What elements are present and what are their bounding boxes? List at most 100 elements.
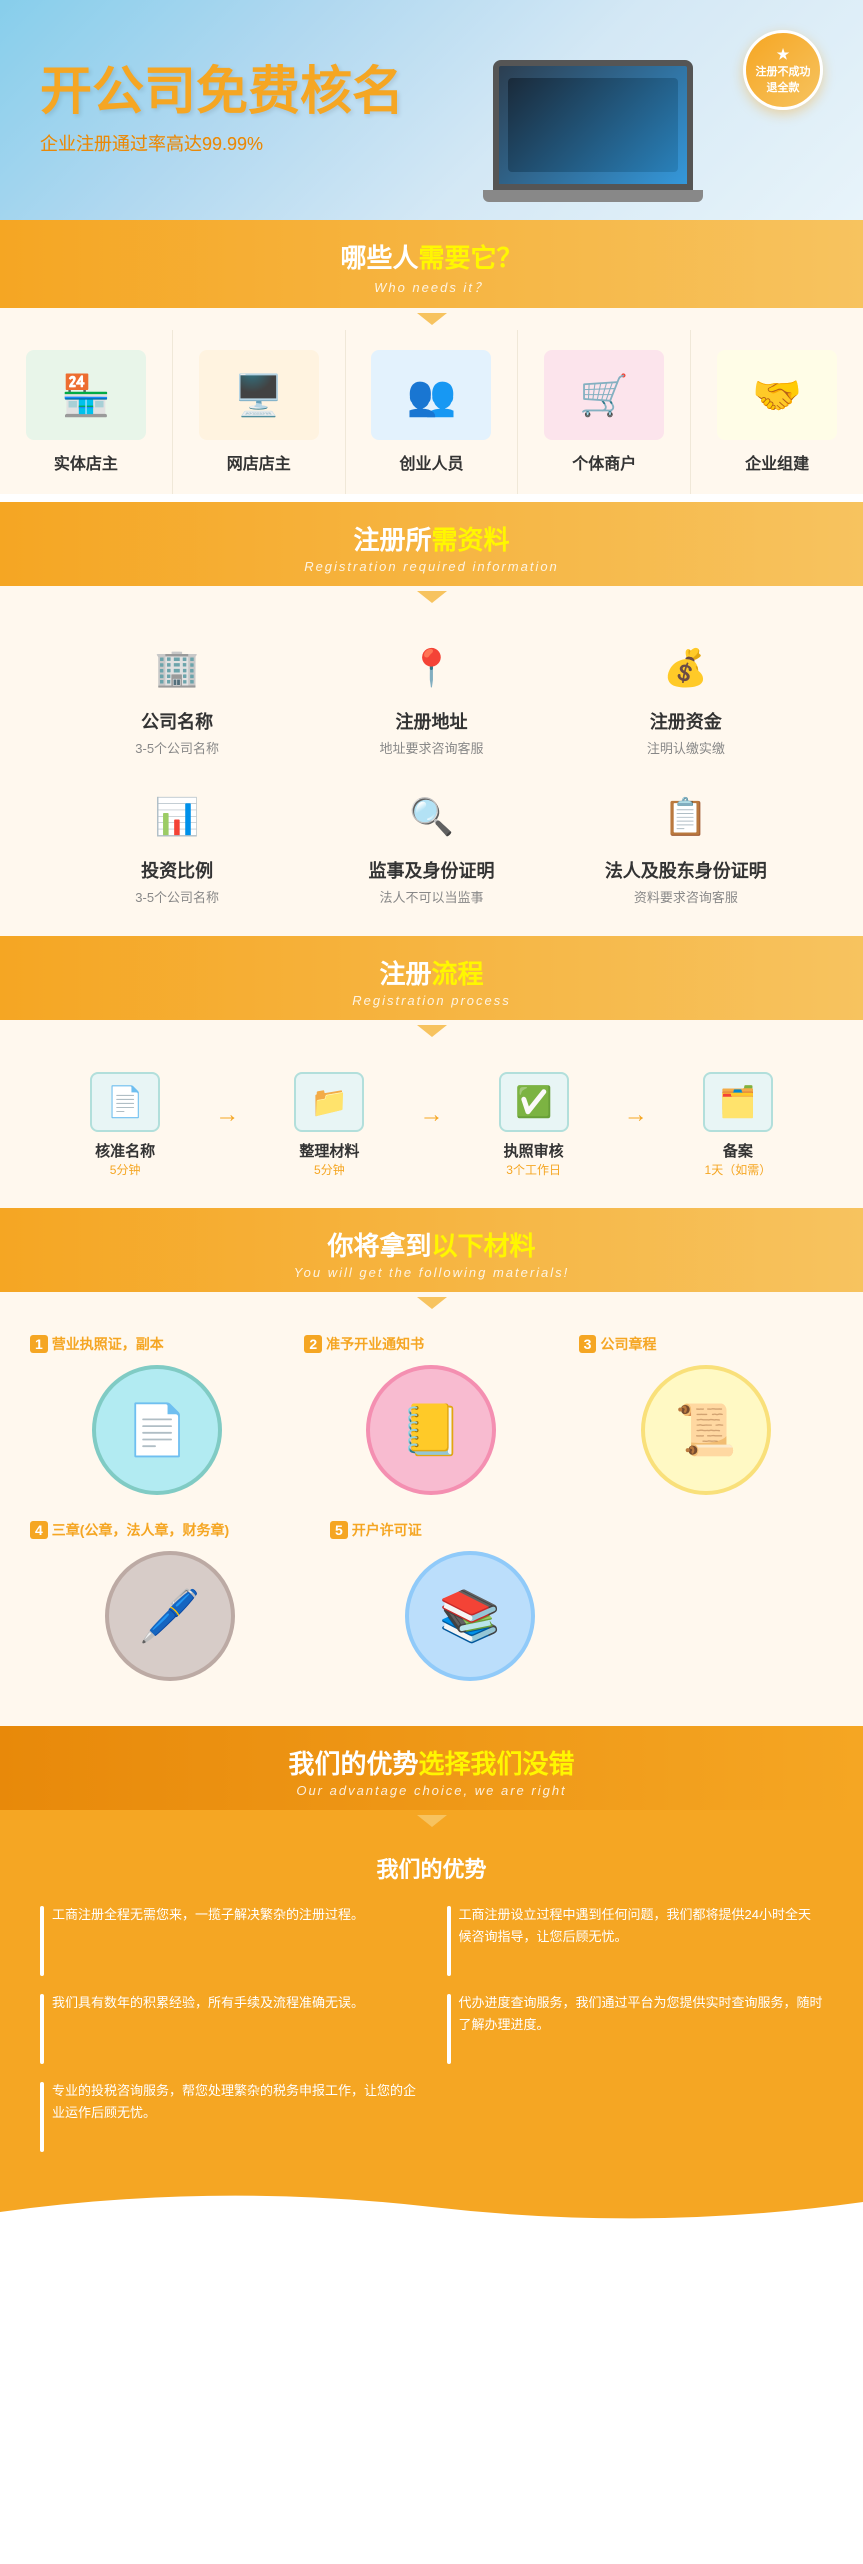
process-step-title-2: 整理材料 <box>299 1140 359 1161</box>
process-highlight: 流程 <box>432 959 484 989</box>
reg-icon-supervisor: 🔍 <box>401 787 461 847</box>
material-label-3: 公司章程 <box>600 1336 656 1352</box>
advantage-inner: 我们的优势 工商注册全程无需您来，一揽子解决繁杂的注册过程。 工商注册设立过程中… <box>0 1832 863 2182</box>
who-label-4: 个体商户 <box>572 450 636 474</box>
wave-svg <box>0 2182 863 2232</box>
materials-content: 1营业执照证，副本 📄 2准予开业通知书 📒 3公司章程 📜 4三章(公章，法人… <box>0 1314 863 1726</box>
who-needs-arrow <box>0 308 863 330</box>
advantage-title: 我们的优势选择我们没错 <box>20 1744 843 1781</box>
advantage-bar-3 <box>40 1994 44 2064</box>
hero-section: 开公司免费核名 企业注册通过率高达99.99% ★ 注册不成功 退全款 <box>0 0 863 220</box>
material-numbox-5: 5 <box>330 1521 348 1539</box>
advantage-section: 我们的优势选择我们没错 Our advantage choice, we are… <box>0 1726 863 2232</box>
process-icon-verify-name: 📄 <box>90 1072 160 1132</box>
process-icon-filing: 🗂️ <box>703 1072 773 1132</box>
who-needs-grid: 🏪 实体店主 🖥️ 网店店主 👥 创业人员 🛒 个体商户 🤝 企业组建 <box>0 330 863 494</box>
reg-icon-address: 📍 <box>401 638 461 698</box>
process-flow: 📄 核准名称 5分钟 → 📁 整理材料 5分钟 → ✅ 执照审核 3个工作日 →… <box>0 1042 863 1208</box>
process-prefix: 注册 <box>379 959 431 989</box>
process-step-1: 📄 核准名称 5分钟 <box>40 1072 210 1178</box>
arrow-down-icon <box>417 313 447 325</box>
badge-star: ★ <box>777 46 790 63</box>
reg-info-header: 注册所需资料 Registration required information <box>0 502 863 586</box>
reg-info-subtitle: Registration required information <box>20 559 843 574</box>
reg-icon-ratio: 📊 <box>147 787 207 847</box>
laptop-screen-inner <box>508 78 677 172</box>
materials-arrow-down-icon <box>417 1297 447 1309</box>
reg-info-highlight: 需资料 <box>432 525 510 555</box>
materials-title: 你将拿到以下材料 <box>20 1226 843 1263</box>
advantage-subtitle: Our advantage choice, we are right <box>20 1783 843 1798</box>
who-label-5: 企业组建 <box>745 450 809 474</box>
material-numbox-2: 2 <box>304 1335 322 1353</box>
who-needs-subtitle: Who needs it？ <box>20 277 843 296</box>
material-icon-1: 📄 <box>92 1365 222 1495</box>
process-step-title-3: 执照审核 <box>504 1140 564 1161</box>
reg-info-prefix: 注册所 <box>353 525 431 555</box>
reg-title-1: 公司名称 <box>141 708 213 734</box>
reg-info-grid: 🏢 公司名称 3-5个公司名称 📍 注册地址 地址要求咨询客服 💰 注册资金 注… <box>0 608 863 936</box>
advantage-arrow <box>0 1810 863 1832</box>
reg-desc-4: 3-5个公司名称 <box>135 887 219 906</box>
advantage-text-2: 工商注册设立过程中遇到任何问题，我们都将提供24小时全天候咨询指导，让您后顾无忧… <box>459 1904 824 1948</box>
reg-item-1: 🏢 公司名称 3-5个公司名称 <box>60 638 294 757</box>
process-step-time-4: 1天（如需） <box>705 1161 772 1178</box>
process-step-time-2: 5分钟 <box>314 1161 345 1178</box>
who-label-3: 创业人员 <box>399 450 463 474</box>
materials-arrow <box>0 1292 863 1314</box>
process-step-time-3: 3个工作日 <box>506 1161 561 1178</box>
reg-desc-5: 法人不可以当监事 <box>379 887 483 906</box>
reg-icon-legal: 📋 <box>656 787 716 847</box>
advantage-item-2: 工商注册设立过程中遇到任何问题，我们都将提供24小时全天候咨询指导，让您后顾无忧… <box>447 1904 824 1976</box>
laptop-screen <box>493 60 693 190</box>
hero-subtitle: 企业注册通过率高达99.99% <box>40 130 823 156</box>
who-needs-title: 哪些人需要它？ <box>20 238 843 275</box>
process-step-4: 🗂️ 备案 1天（如需） <box>653 1072 823 1178</box>
material-item-2: 2准予开业通知书 📒 <box>304 1334 558 1500</box>
process-icon-license-review: ✅ <box>499 1072 569 1132</box>
material-num-4: 4三章(公章，法人章，财务章) <box>30 1520 229 1540</box>
reg-title-2: 注册地址 <box>395 708 467 734</box>
advantage-prefix: 我们的优势 <box>288 1749 418 1779</box>
advantage-item-1: 工商注册全程无需您来，一揽子解决繁杂的注册过程。 <box>40 1904 417 1976</box>
who-needs-highlight: 需要它？ <box>419 243 523 273</box>
reg-item-4: 📊 投资比例 3-5个公司名称 <box>60 787 294 906</box>
process-title: 注册流程 <box>20 954 843 991</box>
material-label-2: 准予开业通知书 <box>326 1336 424 1352</box>
advantage-header: 我们的优势选择我们没错 Our advantage choice, we are… <box>0 1726 863 1810</box>
advantage-bar-5 <box>40 2082 44 2152</box>
laptop-base <box>483 190 703 202</box>
who-needs-prefix: 哪些人 <box>340 243 418 273</box>
who-icon-online-shop: 🖥️ <box>199 350 319 440</box>
material-num-1: 1营业执照证，副本 <box>30 1334 164 1354</box>
badge-line2: 退全款 <box>767 79 800 95</box>
reg-icon-capital: 💰 <box>656 638 716 698</box>
who-needs-item-2: 🖥️ 网店店主 <box>173 330 346 494</box>
advantage-bar-4 <box>447 1994 451 2064</box>
reg-desc-1: 3-5个公司名称 <box>135 738 219 757</box>
process-step-2: 📁 整理材料 5分钟 <box>244 1072 414 1178</box>
advantage-highlight: 选择我们没错 <box>419 1749 575 1779</box>
material-numbox-1: 1 <box>30 1335 48 1353</box>
who-label-2: 网店店主 <box>227 450 291 474</box>
process-arrow-2: → <box>420 1101 444 1149</box>
materials-header: 你将拿到以下材料 You will get the following mate… <box>0 1208 863 1292</box>
wave-bottom <box>0 2182 863 2232</box>
materials-row-2: 4三章(公章，法人章，财务章) 🖊️ 5开户许可证 📚 <box>30 1520 833 1686</box>
reg-title-3: 注册资金 <box>650 708 722 734</box>
who-icon-individual: 🛒 <box>544 350 664 440</box>
material-label-4: 三章(公章，法人章，财务章) <box>52 1522 229 1538</box>
materials-row-1: 1营业执照证，副本 📄 2准予开业通知书 📒 3公司章程 📜 <box>30 1334 833 1500</box>
who-needs-item-5: 🤝 企业组建 <box>691 330 863 494</box>
hero-title: 开公司免费核名 <box>40 64 823 121</box>
who-needs-item-4: 🛒 个体商户 <box>518 330 691 494</box>
process-arrow-down-icon <box>417 1025 447 1037</box>
material-item-4: 4三章(公章，法人章，财务章) 🖊️ <box>30 1520 310 1686</box>
material-num-5: 5开户许可证 <box>330 1520 422 1540</box>
advantage-text-5: 专业的投税咨询服务，帮您处理繁杂的税务申报工作，让您的企业运作后顾无忧。 <box>52 2080 417 2124</box>
advantage-bar-1 <box>40 1906 44 1976</box>
process-subtitle: Registration process <box>20 993 843 1008</box>
badge-line1: 注册不成功 <box>756 63 811 79</box>
materials-prefix: 你将拿到 <box>327 1231 431 1261</box>
material-num-3: 3公司章程 <box>579 1334 657 1354</box>
